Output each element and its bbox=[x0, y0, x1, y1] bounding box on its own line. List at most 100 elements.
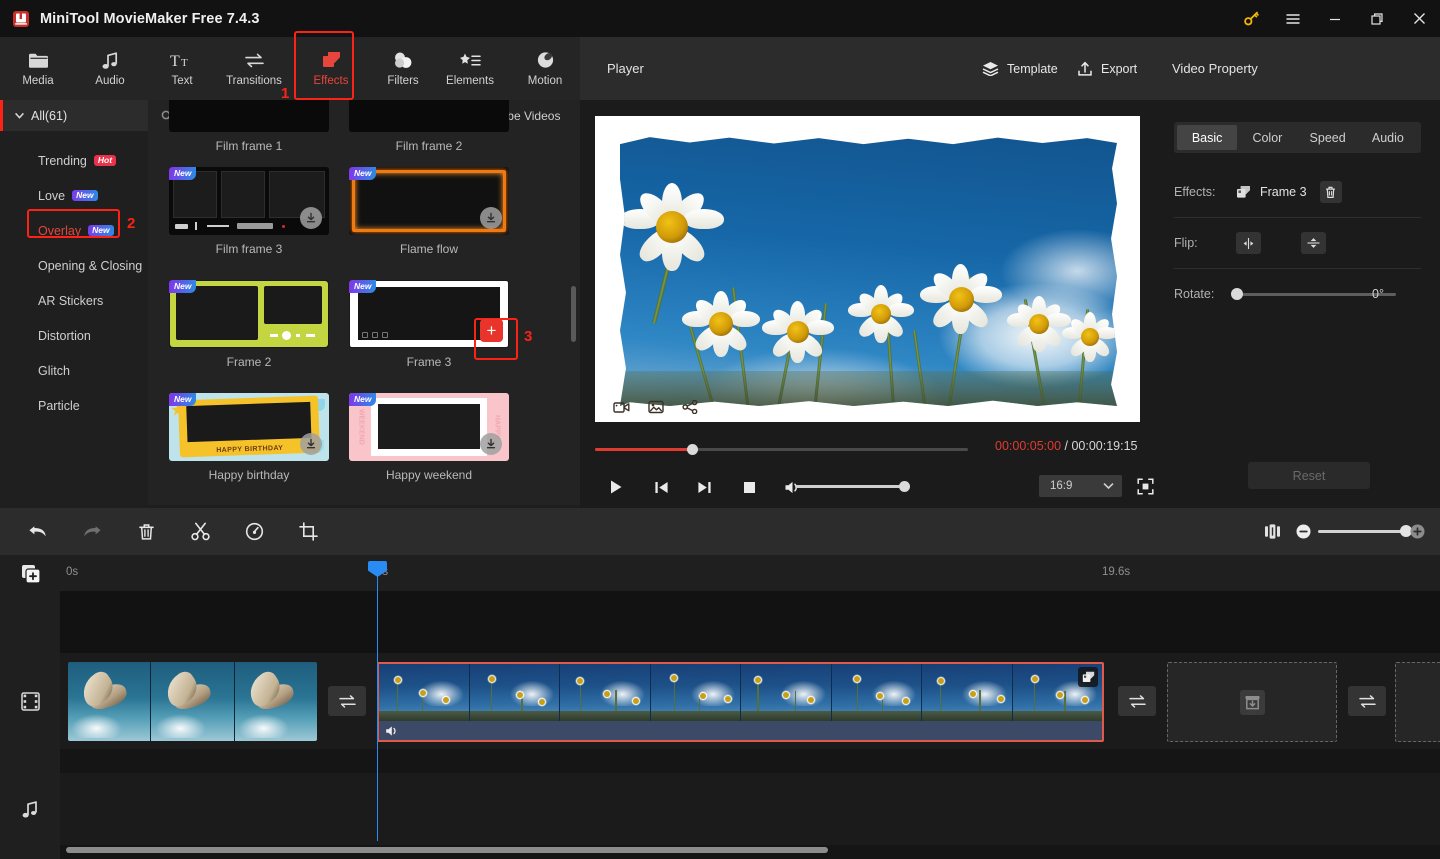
tab-text[interactable]: TT Text bbox=[146, 37, 218, 100]
flip-vertical-icon[interactable] bbox=[1301, 232, 1326, 254]
category-love[interactable]: Love New bbox=[0, 178, 148, 213]
new-badge: New bbox=[169, 393, 197, 406]
tab-motion[interactable]: Motion bbox=[509, 37, 581, 100]
tab-media[interactable]: Media bbox=[2, 37, 74, 100]
progress-scrubber[interactable] bbox=[595, 444, 968, 455]
effect-name: Happy birthday bbox=[208, 468, 290, 482]
key-icon[interactable] bbox=[1230, 0, 1272, 37]
speed-button[interactable] bbox=[235, 513, 273, 551]
effect-card-frame-3[interactable]: New + Frame 3 bbox=[349, 280, 509, 369]
tab-filters[interactable]: Filters bbox=[367, 37, 439, 100]
template-label: Template bbox=[1007, 61, 1058, 76]
zoom-slider[interactable] bbox=[1318, 525, 1412, 537]
effect-card-film-frame-2[interactable]: Film frame 2 bbox=[349, 100, 509, 153]
previous-frame-button[interactable] bbox=[645, 473, 677, 501]
effects-browser: Search effects Download YouTube Videos F… bbox=[148, 100, 580, 505]
delete-button[interactable] bbox=[127, 513, 165, 551]
snapshot-image-icon[interactable] bbox=[648, 400, 664, 414]
category-trending[interactable]: Trending Hot bbox=[0, 143, 148, 178]
next-frame-button[interactable] bbox=[688, 473, 720, 501]
tab-color[interactable]: Color bbox=[1237, 125, 1297, 150]
category-distortion[interactable]: Distortion bbox=[0, 318, 148, 353]
category-glitch[interactable]: Glitch bbox=[0, 353, 148, 388]
share-icon[interactable] bbox=[682, 400, 698, 414]
category-label: Overlay bbox=[38, 223, 82, 238]
template-button[interactable]: Template bbox=[982, 61, 1058, 76]
category-ar-stickers[interactable]: AR Stickers bbox=[0, 283, 148, 318]
effect-card-film-frame-1[interactable]: Film frame 1 bbox=[169, 100, 329, 153]
timeline-clip-daisies[interactable] bbox=[377, 662, 1104, 742]
audio-track-row[interactable] bbox=[60, 773, 1440, 845]
tab-motion-label: Motion bbox=[527, 75, 563, 87]
transition-slot[interactable] bbox=[1118, 686, 1156, 716]
effect-card-frame-2[interactable]: New Frame 2 bbox=[169, 280, 329, 369]
category-opening-closing[interactable]: Opening & Closing bbox=[0, 248, 148, 283]
transition-slot[interactable] bbox=[328, 686, 366, 716]
minus-circle-icon[interactable] bbox=[1296, 524, 1311, 539]
stop-button[interactable] bbox=[733, 473, 765, 501]
tab-audio[interactable]: Audio bbox=[1358, 125, 1418, 150]
plus-circle-icon[interactable] bbox=[1410, 524, 1425, 539]
effects-scrollbar[interactable] bbox=[571, 286, 576, 342]
transition-slot[interactable] bbox=[1348, 686, 1386, 716]
fullscreen-button[interactable] bbox=[1133, 474, 1157, 498]
playhead[interactable] bbox=[368, 561, 387, 841]
tab-effects-label: Effects bbox=[313, 75, 349, 87]
tab-basic[interactable]: Basic bbox=[1177, 125, 1238, 150]
effect-card-film-frame-3[interactable]: New Film frame 3 bbox=[169, 167, 329, 256]
fit-timeline-icon[interactable] bbox=[1253, 513, 1291, 551]
volume-slider[interactable] bbox=[795, 481, 910, 492]
redo-button[interactable] bbox=[73, 513, 111, 551]
flip-horizontal-icon[interactable] bbox=[1236, 232, 1261, 254]
undo-button[interactable] bbox=[19, 513, 57, 551]
effect-card-happy-birthday[interactable]: HAPPY BIRTHDAY New Happy birthday bbox=[169, 393, 329, 482]
effect-card-flame-flow[interactable]: New Flame flow bbox=[349, 167, 509, 256]
tab-audio[interactable]: Audio bbox=[74, 37, 146, 100]
download-icon[interactable] bbox=[300, 433, 322, 455]
overlay-track-row[interactable] bbox=[60, 591, 1440, 653]
delete-effect-button[interactable] bbox=[1319, 181, 1342, 203]
media-dropzone[interactable] bbox=[1167, 662, 1337, 742]
menu-icon[interactable] bbox=[1272, 0, 1314, 37]
category-all-header[interactable]: All(61) bbox=[0, 100, 148, 131]
speaker-icon[interactable] bbox=[385, 725, 399, 737]
clip-effect-badge[interactable] bbox=[1078, 667, 1098, 687]
download-icon[interactable] bbox=[480, 433, 502, 455]
video-track-header[interactable] bbox=[0, 653, 60, 749]
snapshot-video-icon[interactable] bbox=[613, 400, 630, 414]
timeline-clip-birds[interactable] bbox=[68, 662, 317, 741]
preview-image bbox=[620, 137, 1117, 406]
aspect-ratio-select[interactable]: 16:9 bbox=[1039, 475, 1122, 497]
tab-speed[interactable]: Speed bbox=[1298, 125, 1358, 150]
download-icon[interactable] bbox=[480, 207, 502, 229]
preview-stage[interactable] bbox=[595, 116, 1140, 422]
crop-button[interactable] bbox=[289, 513, 327, 551]
category-overlay[interactable]: Overlay New bbox=[0, 213, 148, 248]
effect-card-happy-weekend[interactable]: WEEKEND HAPPY New Happy weekend bbox=[349, 393, 509, 482]
ruler-tick: 19.6s bbox=[1102, 566, 1131, 578]
ruler[interactable]: 0s 5s 19.6s bbox=[60, 555, 1440, 591]
tab-effects[interactable]: Effects bbox=[295, 37, 367, 100]
video-track-row[interactable] bbox=[60, 653, 1440, 749]
download-icon[interactable] bbox=[300, 207, 322, 229]
category-all-label: All(61) bbox=[31, 108, 68, 123]
rotate-handle[interactable] bbox=[1231, 287, 1243, 300]
audio-track-header[interactable] bbox=[0, 773, 60, 845]
progress-handle[interactable] bbox=[687, 444, 698, 455]
add-media-icon[interactable] bbox=[20, 563, 41, 584]
category-particle[interactable]: Particle bbox=[0, 388, 148, 423]
add-effect-button[interactable]: + bbox=[480, 319, 503, 342]
title-bar: MiniTool MovieMaker Free 7.4.3 bbox=[0, 0, 1440, 37]
tab-elements[interactable]: Elements bbox=[433, 37, 507, 100]
minimize-icon[interactable] bbox=[1314, 0, 1356, 37]
new-badge: New bbox=[169, 167, 197, 180]
close-icon[interactable] bbox=[1398, 0, 1440, 37]
play-button[interactable] bbox=[600, 473, 632, 501]
timeline-horizontal-scrollbar[interactable] bbox=[66, 847, 828, 853]
export-button[interactable]: Export bbox=[1077, 61, 1137, 77]
media-dropzone[interactable] bbox=[1395, 662, 1440, 742]
reset-button[interactable]: Reset bbox=[1248, 462, 1370, 489]
restore-icon[interactable] bbox=[1356, 0, 1398, 37]
split-button[interactable] bbox=[181, 513, 219, 551]
volume-handle[interactable] bbox=[899, 481, 910, 492]
